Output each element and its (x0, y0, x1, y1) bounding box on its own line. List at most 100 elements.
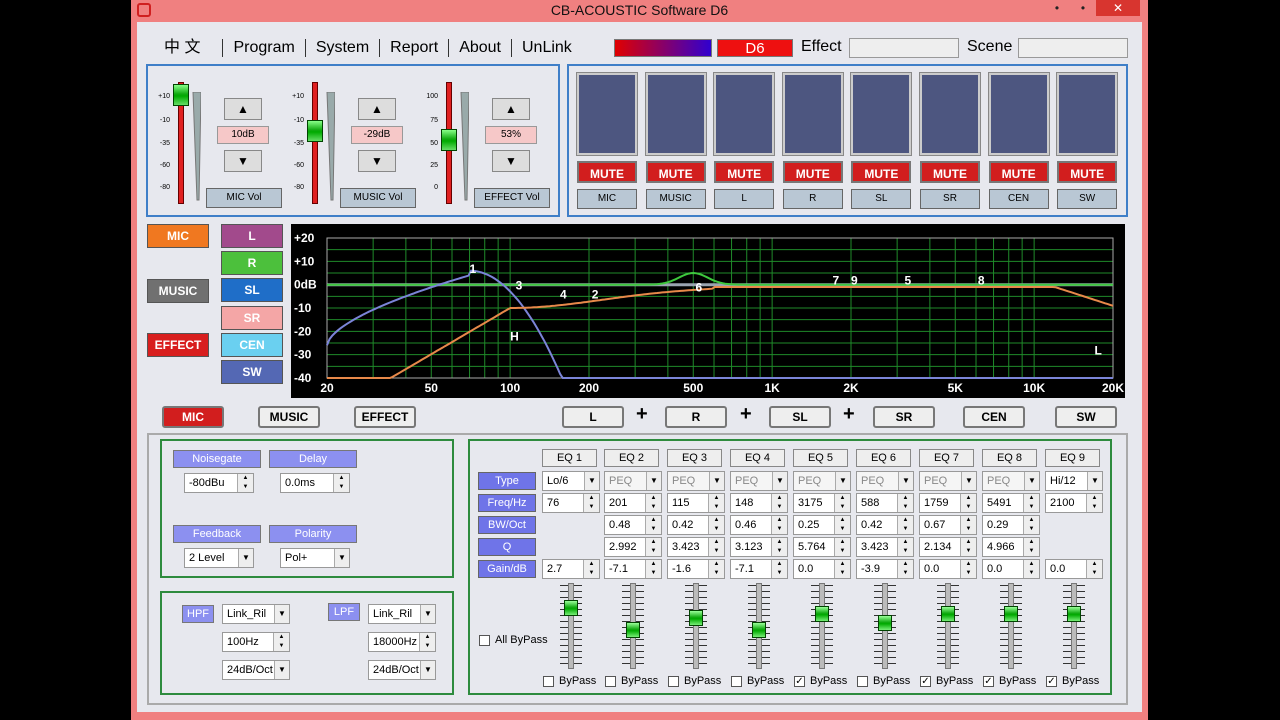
lpf-type-select[interactable]: Link_Ril ▼ (368, 604, 436, 624)
eq-fader-track[interactable] (693, 583, 699, 669)
eq-type-select[interactable]: Lo/6 ▼ (542, 471, 600, 491)
eq-q-input[interactable]: 3.423 ▲ ▼ (667, 537, 725, 557)
eq-q-input[interactable]: 2.134 ▲ ▼ (919, 537, 977, 557)
eq-freq-input[interactable]: 115 ▲ ▼ (667, 493, 725, 513)
vol-fader-knob[interactable] (173, 84, 189, 106)
eq-fader-track[interactable] (568, 583, 574, 669)
eq-fader-knob[interactable] (941, 606, 955, 622)
source-button-music[interactable]: MUSIC (147, 279, 209, 303)
eq-q-input[interactable]: 3.423 ▲ ▼ (856, 537, 914, 557)
menu-chinese[interactable]: 中 文 (150, 39, 224, 57)
mute-button[interactable]: MUTE (714, 161, 775, 183)
eq-row-label[interactable]: Type (478, 472, 536, 490)
channel-button-sr[interactable]: SR (221, 305, 283, 330)
eq-bypass-checkbox[interactable]: ✓ (1046, 676, 1057, 687)
eq-freq-input[interactable]: 588 ▲ ▼ (856, 493, 914, 513)
eq-bypass-checkbox[interactable] (857, 676, 868, 687)
effect-field[interactable] (849, 38, 959, 58)
eq-bypass-checkbox[interactable] (668, 676, 679, 687)
eq-fader-knob[interactable] (1004, 606, 1018, 622)
mute-button[interactable]: MUTE (988, 161, 1049, 183)
eq-gain-input[interactable]: -7.1 ▲ ▼ (730, 559, 788, 579)
eq-type-select[interactable]: PEQ ▼ (604, 471, 662, 491)
eq-bw-input[interactable]: 0.29 ▲ ▼ (982, 515, 1040, 535)
eq-fader-knob[interactable] (626, 621, 640, 638)
vol-down-button[interactable]: ▼ (224, 150, 262, 172)
eq-bw-input[interactable]: 0.67 ▲ ▼ (919, 515, 977, 535)
vol-track[interactable] (312, 82, 318, 204)
select-out-l[interactable]: L (562, 406, 624, 428)
eq-freq-input[interactable]: 5491 ▲ ▼ (982, 493, 1040, 513)
eq-bw-input[interactable]: 0.42 ▲ ▼ (856, 515, 914, 535)
eq-bypass-checkbox[interactable] (731, 676, 742, 687)
eq-bw-input[interactable]: 0.48 ▲ ▼ (604, 515, 662, 535)
eq-bypass-checkbox[interactable]: ✓ (920, 676, 931, 687)
hpf-type-select[interactable]: Link_Ril ▼ (222, 604, 290, 624)
eq-gain-input[interactable]: -1.6 ▲ ▼ (667, 559, 725, 579)
channel-button-sw[interactable]: SW (221, 360, 283, 384)
vol-fader-knob[interactable] (441, 129, 457, 151)
eq-q-input[interactable]: 4.966 ▲ ▼ (982, 537, 1040, 557)
mute-button[interactable]: MUTE (577, 161, 637, 183)
noisegate-button[interactable]: Noisegate (173, 450, 261, 468)
mute-button[interactable]: MUTE (782, 161, 843, 183)
menu-unlink[interactable]: UnLink (512, 39, 582, 57)
eq-fader-knob[interactable] (564, 600, 578, 617)
eq-gain-input[interactable]: -7.1 ▲ ▼ (604, 559, 662, 579)
eq-fader-knob[interactable] (689, 609, 703, 626)
eq-row-label[interactable]: Q (478, 538, 536, 556)
mute-button[interactable]: MUTE (851, 161, 912, 183)
hpf-freq-input[interactable]: 100Hz ▲ ▼ (222, 632, 290, 652)
lpf-freq-input[interactable]: 18000Hz ▲ ▼ (368, 632, 436, 652)
eq-response-graph[interactable]: +20 +10 0dB -10 -20 -30 -40 20 50 100 200 500 1K 2K 5K… (291, 224, 1125, 398)
eq-type-select[interactable]: PEQ ▼ (793, 471, 851, 491)
eq-fader-knob[interactable] (878, 614, 892, 631)
eq-fader-knob[interactable] (815, 606, 829, 622)
polarity-button[interactable]: Polarity (269, 525, 357, 543)
eq-row-label[interactable]: Freq/Hz (478, 494, 536, 512)
eq-bw-input[interactable]: 0.46 ▲ ▼ (730, 515, 788, 535)
select-mic[interactable]: MIC (162, 406, 224, 428)
eq-fader-knob[interactable] (1067, 606, 1081, 622)
eq-q-input[interactable]: 2.992 ▲ ▼ (604, 537, 662, 557)
vol-down-button[interactable]: ▼ (358, 150, 396, 172)
eq-row-label[interactable]: Gain/dB (478, 560, 536, 578)
hpf-slope-select[interactable]: 24dB/Oct ▼ (222, 660, 290, 680)
eq-bypass-checkbox[interactable]: ✓ (794, 676, 805, 687)
eq-bw-input[interactable]: 0.42 ▲ ▼ (667, 515, 725, 535)
eq-freq-input[interactable]: 3175 ▲ ▼ (793, 493, 851, 513)
eq-fader-track[interactable] (1071, 583, 1077, 669)
eq-gain-input[interactable]: 0.0 ▲ ▼ (793, 559, 851, 579)
mute-button[interactable]: MUTE (1057, 161, 1118, 183)
channel-button-cen[interactable]: CEN (221, 332, 283, 357)
delay-button[interactable]: Delay (269, 450, 357, 468)
delay-input[interactable]: 0.0ms ▲ ▼ (280, 473, 350, 493)
select-out-sl[interactable]: SL (769, 406, 831, 428)
eq-type-select[interactable]: PEQ ▼ (856, 471, 914, 491)
eq-gain-input[interactable]: 0.0 ▲ ▼ (1045, 559, 1103, 579)
eq-q-input[interactable]: 3.123 ▲ ▼ (730, 537, 788, 557)
eq-bw-input[interactable]: 0.25 ▲ ▼ (793, 515, 851, 535)
eq-freq-input[interactable]: 148 ▲ ▼ (730, 493, 788, 513)
source-button-mic[interactable]: MIC (147, 224, 209, 248)
eq-freq-input[interactable]: 1759 ▲ ▼ (919, 493, 977, 513)
all-bypass-checkbox[interactable] (479, 635, 490, 646)
source-button-effect[interactable]: EFFECT (147, 333, 209, 357)
close-button[interactable]: ✕ (1096, 0, 1140, 16)
menu-program[interactable]: Program (223, 39, 306, 57)
eq-bypass-checkbox[interactable] (543, 676, 554, 687)
eq-fader-track[interactable] (819, 583, 825, 669)
maximize-button[interactable]: • (1073, 0, 1093, 18)
vol-down-button[interactable]: ▼ (492, 150, 530, 172)
channel-button-l[interactable]: L (221, 224, 283, 248)
lpf-button[interactable]: LPF (328, 603, 360, 621)
mute-button[interactable]: MUTE (645, 161, 706, 183)
scene-field[interactable] (1018, 38, 1128, 58)
select-out-r[interactable]: R (665, 406, 727, 428)
feedback-select[interactable]: 2 Level ▼ (184, 548, 254, 568)
eq-type-select[interactable]: PEQ ▼ (667, 471, 725, 491)
eq-gain-input[interactable]: 2.7 ▲ ▼ (542, 559, 600, 579)
menu-system[interactable]: System (306, 39, 381, 57)
eq-q-input[interactable]: 5.764 ▲ ▼ (793, 537, 851, 557)
mute-button[interactable]: MUTE (920, 161, 980, 183)
